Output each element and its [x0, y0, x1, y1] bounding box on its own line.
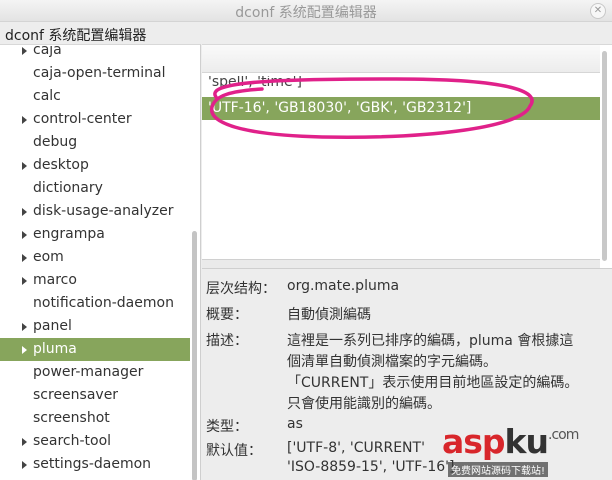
hand-drawn-ellipse-annotation: [210, 77, 534, 139]
tree-item-label: debug: [33, 134, 78, 150]
tree-item-label: disk-usage-analyzer: [33, 203, 174, 219]
expander-triangle-icon[interactable]: [22, 277, 27, 285]
expander-triangle-icon[interactable]: [22, 116, 27, 124]
expander-triangle-icon[interactable]: [22, 323, 27, 331]
tree-item-label: screensaver: [33, 387, 119, 403]
tree-item-settings-daemon[interactable]: settings-daemon: [0, 453, 190, 476]
expander-triangle-icon[interactable]: [22, 208, 27, 216]
tree-item-label: notification-daemon: [33, 295, 174, 311]
tree-item-pluma[interactable]: pluma: [0, 338, 190, 361]
key-tree[interactable]: caja caja-open-terminal calc control-center…: [0, 44, 201, 480]
expander-triangle-icon[interactable]: [22, 461, 27, 469]
type-value: as: [287, 416, 303, 432]
summary-value: 自動偵測編碼: [287, 307, 371, 323]
tree-item-caja[interactable]: caja: [0, 44, 190, 62]
watermark-logo: aspku.com: [442, 422, 579, 461]
tree-item-screenshot[interactable]: screenshot: [0, 407, 190, 430]
tree-item-label: settings-daemon: [33, 456, 152, 472]
expander-triangle-icon[interactable]: [22, 47, 27, 55]
tree-scrollbar[interactable]: [192, 231, 197, 480]
schema-value: org.mate.pluma: [287, 278, 400, 294]
value-list[interactable]: 'spell', 'time'] 'UTF-16', 'GB18030', 'G…: [202, 44, 612, 268]
tree-item-disk-usage-analyzer[interactable]: disk-usage-analyzer: [0, 200, 190, 223]
close-icon[interactable]: ✕: [590, 3, 606, 19]
description-line: 「CURRENT」表示使用目前地區設定的編碼。: [287, 375, 579, 391]
tree-item-calc[interactable]: calc: [0, 85, 190, 108]
expander-triangle-icon[interactable]: [22, 438, 27, 446]
menu-bar: dconf 系统配置编辑器: [0, 22, 612, 44]
default-value-line: 'ISO-8859-15', 'UTF-16']: [287, 459, 455, 475]
tree-item-label: pluma: [33, 341, 77, 357]
tree-item-label: dictionary: [33, 180, 103, 196]
title-bar: dconf 系统配置编辑器 ✕: [0, 0, 612, 22]
tree-item-notification-daemon[interactable]: notification-daemon: [0, 292, 190, 315]
tree-item-label: caja: [33, 44, 62, 58]
expander-triangle-icon[interactable]: [22, 231, 27, 239]
description-line: 個清單自動偵測檔案的字元編碼。: [287, 354, 497, 370]
tree-item-debug[interactable]: debug: [0, 131, 190, 154]
tree-item-label: marco: [33, 272, 77, 288]
tree-item-label: desktop: [33, 157, 89, 173]
tree-item-label: screenshot: [33, 410, 110, 426]
description-line: 只會使用能識別的編碼。: [287, 396, 441, 412]
tree-item-label: control-center: [33, 111, 132, 127]
tree-item-label: search-tool: [33, 433, 112, 449]
expander-triangle-icon[interactable]: [22, 346, 27, 354]
default-value-line: ['UTF-8', 'CURRENT': [287, 440, 425, 456]
site-watermark: aspku.com 免费网站源码下载站!: [432, 422, 612, 480]
tree-item-dictionary[interactable]: dictionary: [0, 177, 190, 200]
tree-item-label: eom: [33, 249, 64, 265]
tree-item-label: panel: [33, 318, 72, 334]
tree-item-desktop[interactable]: desktop: [0, 154, 190, 177]
app-menu-label[interactable]: dconf 系统配置编辑器: [5, 25, 146, 45]
summary-label: 概要：: [206, 307, 248, 323]
tree-item-eom[interactable]: eom: [0, 246, 190, 269]
tree-item-label: caja-open-terminal: [33, 65, 166, 81]
window-title: dconf 系统配置编辑器: [235, 5, 377, 21]
tree-item-label: calc: [33, 88, 61, 104]
watermark-tagline: 免费网站源码下载站!: [448, 462, 549, 477]
tree-item-caja-open-terminal[interactable]: caja-open-terminal: [0, 62, 190, 85]
tree-item-power-manager[interactable]: power-manager: [0, 361, 190, 384]
tree-item-label: power-manager: [33, 364, 144, 380]
tree-item-control-center[interactable]: control-center: [0, 108, 190, 131]
description-label: 描述：: [206, 333, 248, 349]
type-label: 类型：: [206, 419, 248, 435]
tree-item-screensaver[interactable]: screensaver: [0, 384, 190, 407]
tree-item-label: engrampa: [33, 226, 105, 242]
description-line: 這裡是一系列已排序的編碼，pluma 會根據這: [287, 333, 574, 349]
default-label: 默认值：: [206, 443, 262, 459]
expander-triangle-icon[interactable]: [22, 162, 27, 170]
tree-item-marco[interactable]: marco: [0, 269, 190, 292]
tree-item-panel[interactable]: panel: [0, 315, 190, 338]
schema-label: 层次结构：: [206, 281, 276, 297]
tree-item-engrampa[interactable]: engrampa: [0, 223, 190, 246]
tree-item-search-tool[interactable]: search-tool: [0, 430, 190, 453]
expander-triangle-icon[interactable]: [22, 254, 27, 262]
